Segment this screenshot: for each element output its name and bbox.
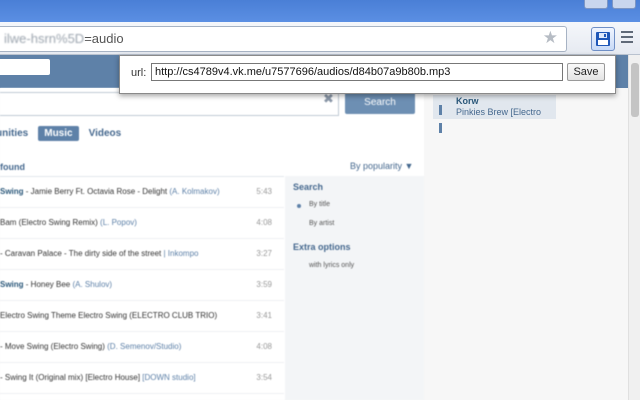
track-title: - Swing It (Original mix) [Electro House… — [0, 373, 140, 382]
minimize-button[interactable] — [584, 0, 608, 9]
maximize-button[interactable] — [612, 0, 636, 9]
track-duration: 3:59 — [256, 280, 272, 289]
save-url-popup: url: Save — [119, 55, 616, 94]
track-row[interactable]: - Swing It (Original mix) [Electro House… — [0, 363, 284, 394]
track-row[interactable]: - Move Swing (Electro Swing) (D. Semenov… — [0, 332, 284, 363]
page-scrollbar[interactable] — [628, 55, 640, 400]
scroll-thumb[interactable] — [631, 63, 639, 117]
track-duration: 3:27 — [256, 249, 272, 258]
mini-player[interactable]: Korw Pinkies Brew [Electro — [433, 95, 556, 119]
player-title: Pinkies Brew [Electro — [456, 107, 541, 117]
save-extension-button[interactable] — [591, 27, 615, 51]
track-row[interactable]: Swing - Honey Bee (A. Shulov) 3:59 — [0, 270, 284, 301]
track-row[interactable]: - Caravan Palace - The dirty side of the… — [0, 239, 284, 270]
tab-communities[interactable]: unities — [0, 128, 28, 139]
track-title: Electro Swing Theme Electro Swing (ELECT… — [0, 311, 217, 320]
address-text: ilwe-hsrn%5D=audio — [4, 31, 124, 46]
track-duration: 3:54 — [256, 373, 272, 382]
star-icon[interactable]: ★ — [543, 28, 558, 48]
window-controls[interactable] — [584, 0, 636, 8]
option-with-lyrics[interactable]: with lyrics only — [309, 262, 354, 269]
track-title: - Honey Bee — [24, 280, 71, 289]
track-duration: 4:08 — [256, 342, 272, 351]
search-heading: Search — [293, 182, 323, 192]
track-duration: 4:08 — [256, 218, 272, 227]
track-uploader: (A. Shulov) — [70, 280, 112, 289]
track-title: - Caravan Palace - The dirty side of the… — [0, 249, 161, 258]
url-label: url: — [131, 67, 146, 79]
track-row[interactable]: Swing - Jamie Berry Ft. Octavia Rose - D… — [0, 177, 284, 208]
track-uploader: [DOWN studio] — [140, 373, 196, 382]
browser-titlebar — [0, 0, 640, 22]
track-artist: Swing — [0, 280, 24, 289]
search-options-sidebar: Search By title By artist Extra options … — [285, 176, 424, 400]
extra-options-heading: Extra options — [293, 242, 351, 252]
results-found-label: found — [0, 162, 25, 172]
floppy-disk-icon — [595, 31, 611, 47]
vk-header-search[interactable] — [0, 59, 50, 75]
track-duration: 3:41 — [256, 311, 272, 320]
track-uploader: (L. Popov) — [98, 218, 137, 227]
track-title: - Jamie Berry Ft. Octavia Rose - Delight — [24, 187, 168, 196]
address-faded-prefix: ilwe-hsrn%5D — [4, 31, 84, 46]
player-artist: Korw — [456, 96, 479, 106]
option-by-title[interactable]: By title — [309, 201, 330, 208]
track-title: - Move Swing (Electro Swing) — [0, 342, 105, 351]
url-input[interactable] — [151, 63, 563, 81]
save-button[interactable]: Save — [567, 63, 605, 81]
sort-by-popularity[interactable]: By popularity ▼ — [350, 161, 413, 171]
option-by-artist[interactable]: By artist — [309, 220, 334, 227]
track-uploader: (D. Semenov/Studio) — [105, 342, 181, 351]
audio-search-content: ✖ Search unities Music Videos found By p… — [0, 88, 424, 400]
audio-search-input[interactable] — [0, 92, 339, 116]
tab-videos[interactable]: Videos — [89, 128, 122, 139]
track-uploader: | Inkompo — [161, 249, 198, 258]
track-title: Bam (Electro Swing Remix) — [0, 218, 98, 227]
search-tabs: unities Music Videos — [0, 124, 121, 142]
address-visible-text: =audio — [84, 31, 123, 46]
search-button[interactable]: Search — [345, 92, 415, 114]
vk-page: ✖ Search unities Music Videos found By p… — [0, 55, 640, 400]
track-row[interactable]: Bam (Electro Swing Remix) (L. Popov) 4:08 — [0, 208, 284, 239]
hamburger-menu-icon[interactable] — [619, 28, 635, 46]
radio-selected-icon[interactable] — [297, 204, 301, 208]
tab-music[interactable]: Music — [38, 126, 78, 141]
track-artist: Swing — [0, 187, 24, 196]
pause-icon[interactable] — [439, 102, 447, 112]
track-uploader: (A. Kolmakov) — [167, 187, 219, 196]
track-row[interactable]: Electro Swing Theme Electro Swing (ELECT… — [0, 301, 284, 332]
address-bar[interactable]: ilwe-hsrn%5D=audio ★ — [0, 26, 567, 52]
track-duration: 5:43 — [256, 187, 272, 196]
